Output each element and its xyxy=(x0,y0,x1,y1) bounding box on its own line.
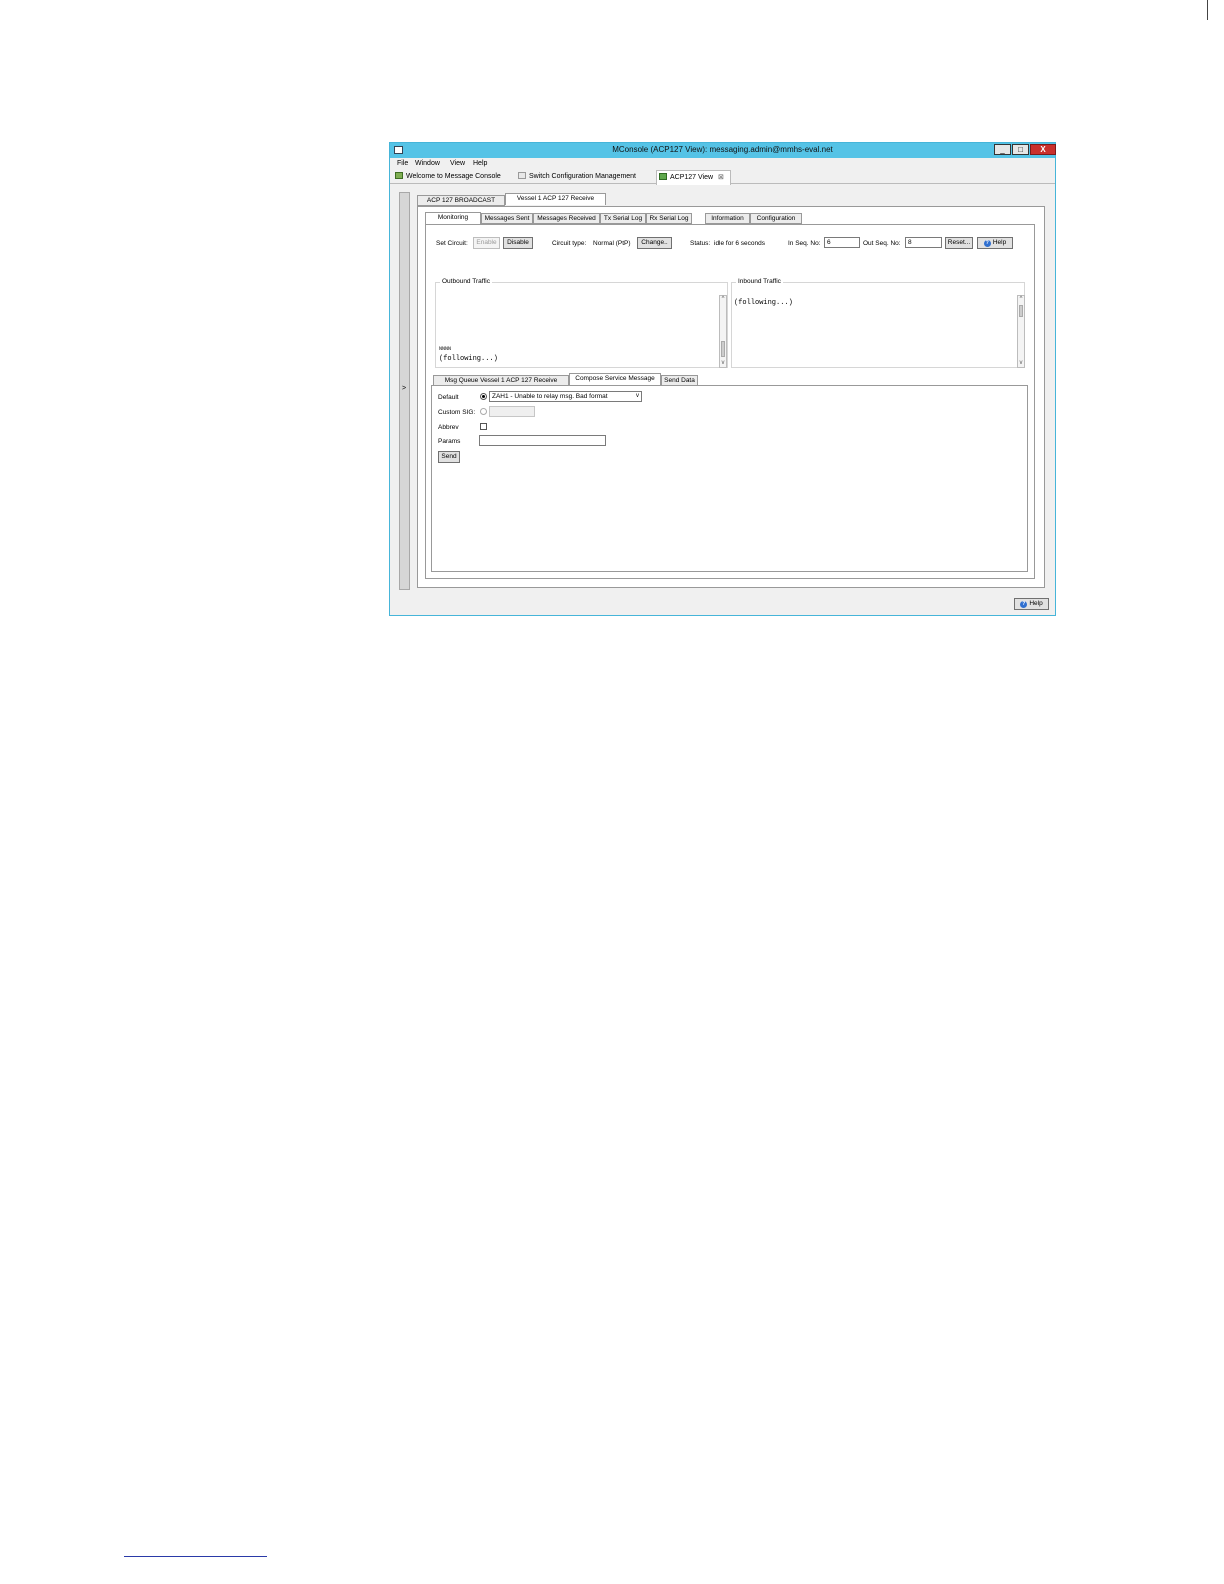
tab-messages-received[interactable]: Messages Received xyxy=(533,213,600,224)
scroll-up-icon[interactable]: ^ xyxy=(1018,296,1024,303)
acp127-icon xyxy=(659,173,667,180)
service-message-select[interactable]: ZAH1 - Unable to relay msg. Bad format v xyxy=(489,391,642,402)
inbound-traffic-group: Inbound Traffic (following...) ^ v xyxy=(731,278,1025,368)
status-label: Status: xyxy=(690,240,711,247)
enable-button[interactable]: Enable xyxy=(473,237,500,249)
outbound-scrollbar[interactable]: ^ v xyxy=(719,295,727,368)
close-button[interactable]: X xyxy=(1030,144,1056,155)
expand-arrow-icon[interactable]: > xyxy=(402,385,406,392)
reset-button[interactable]: Reset... xyxy=(945,237,973,249)
tab-messages-sent[interactable]: Messages Sent xyxy=(481,213,533,224)
outbound-nnnn: NNNN xyxy=(439,346,452,352)
inbound-scrollbar[interactable]: ^ v xyxy=(1017,295,1025,368)
help-icon: ? xyxy=(1020,601,1028,608)
outbound-traffic-group: Outbound Traffic NNNN (following...) ^ v xyxy=(435,278,728,368)
send-button[interactable]: Send xyxy=(438,451,460,463)
menu-view[interactable]: View xyxy=(450,160,465,167)
tab-send-data[interactable]: Send Data xyxy=(661,375,698,386)
tab-vessel1-receive[interactable]: Vessel 1 ACP 127 Receive xyxy=(505,193,606,205)
scroll-thumb[interactable] xyxy=(721,341,725,357)
scroll-down-icon[interactable]: v xyxy=(1018,360,1024,367)
help-button[interactable]: ? Help xyxy=(977,237,1013,249)
custom-sig-radio[interactable] xyxy=(480,408,487,415)
tab-acp127-view[interactable]: ACP127 View ⊠ xyxy=(656,170,731,185)
menu-file[interactable]: File xyxy=(397,160,408,167)
page-edge-line xyxy=(1207,0,1208,20)
circuit-type-value: Normal (PtP) xyxy=(593,240,631,247)
abbrev-label: Abbrev xyxy=(438,424,459,431)
custom-sig-label: Custom SIG: xyxy=(438,409,476,416)
params-field[interactable] xyxy=(479,435,606,446)
out-seq-label: Out Seq. No: xyxy=(863,240,901,247)
tab-information[interactable]: Information xyxy=(705,213,750,224)
footer-help-button[interactable]: ? Help xyxy=(1014,598,1049,610)
inbound-following: (following...) xyxy=(734,299,793,307)
tab-tx-serial-log[interactable]: Tx Serial Log xyxy=(600,213,646,224)
tab-monitoring[interactable]: Monitoring xyxy=(425,212,481,224)
change-button[interactable]: Change.. xyxy=(637,237,672,249)
help-icon: ? xyxy=(983,240,991,247)
menu-window[interactable]: Window xyxy=(415,160,440,167)
disable-button[interactable]: Disable xyxy=(503,237,533,249)
tab-rx-serial-log[interactable]: Rx Serial Log xyxy=(646,213,692,224)
tab-configuration[interactable]: Configuration xyxy=(750,213,802,224)
maximize-button[interactable]: □ xyxy=(1012,144,1029,155)
perspective-tab-bar: Welcome to Message Console Switch Config… xyxy=(390,170,1055,185)
abbrev-checkbox[interactable] xyxy=(480,423,487,430)
mconsole-window: MConsole (ACP127 View): messaging.admin@… xyxy=(389,142,1056,616)
default-radio[interactable] xyxy=(480,393,487,400)
switch-icon xyxy=(518,172,526,179)
title-bar: MConsole (ACP127 View): messaging.admin@… xyxy=(390,143,1056,158)
circuit-type-label: Circuit type: xyxy=(552,240,587,247)
tab-compose-service-message[interactable]: Compose Service Message xyxy=(569,373,661,385)
params-label: Params xyxy=(438,438,461,445)
in-seq-field[interactable]: 6 xyxy=(824,237,860,248)
window-title: MConsole (ACP127 View): messaging.admin@… xyxy=(612,145,833,154)
side-collapse-strip[interactable]: > xyxy=(399,192,410,590)
set-circuit-label: Set Circuit: xyxy=(436,240,468,247)
in-seq-label: In Seq. No: xyxy=(788,240,821,247)
tab-msg-queue[interactable]: Msg Queue Vessel 1 ACP 127 Receive xyxy=(433,375,569,386)
minimize-button[interactable]: _ xyxy=(994,144,1011,155)
scroll-down-icon[interactable]: v xyxy=(720,360,726,367)
tab-welcome[interactable]: Welcome to Message Console xyxy=(395,172,501,182)
tab-switch-configuration[interactable]: Switch Configuration Management xyxy=(518,172,636,182)
inbound-traffic-title: Inbound Traffic xyxy=(736,278,783,285)
console-icon xyxy=(395,172,403,179)
scroll-thumb[interactable] xyxy=(1019,305,1023,317)
tab-acp127-broadcast[interactable]: ACP 127 BROADCAST xyxy=(417,195,505,206)
outbound-traffic-title: Outbound Traffic xyxy=(440,278,492,285)
close-tab-icon[interactable]: ⊠ xyxy=(718,174,724,181)
menu-bar: File Window View Help xyxy=(390,159,1055,169)
custom-sig-field[interactable] xyxy=(489,406,535,417)
scroll-up-icon[interactable]: ^ xyxy=(720,296,726,303)
outbound-following: (following...) xyxy=(439,355,498,363)
status-value: idle for 6 seconds xyxy=(714,240,765,247)
default-label: Default xyxy=(438,394,459,401)
footnote-separator xyxy=(124,1556,267,1557)
menu-help[interactable]: Help xyxy=(473,160,487,167)
chevron-down-icon: v xyxy=(636,393,639,399)
out-seq-field[interactable]: 8 xyxy=(905,237,942,248)
